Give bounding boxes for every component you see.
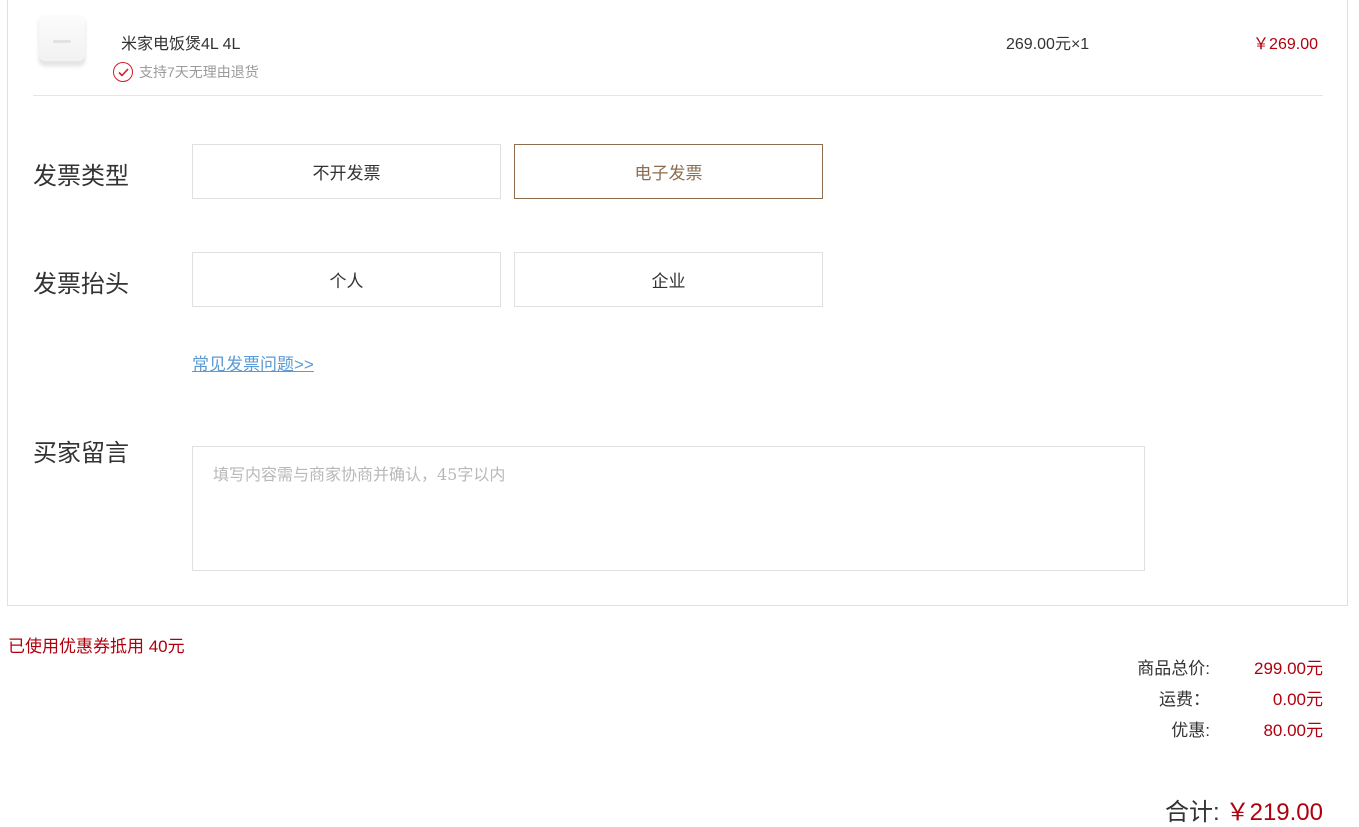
unit-price-quantity: 269.00元×1 — [1006, 36, 1090, 53]
coupon-used-note: 已使用优惠券抵用 40元 — [8, 637, 185, 656]
goods-total-label: 商品总价: — [1137, 659, 1210, 678]
discount-label: 优惠: — [1171, 721, 1210, 740]
discount-row: 优惠: 80.00元 — [1093, 716, 1323, 740]
rice-cooker-image — [39, 16, 85, 64]
invoice-type-label: 发票类型 — [33, 163, 129, 190]
buyer-message-input[interactable] — [192, 446, 1145, 571]
line-total-price: ￥269.00 — [1253, 36, 1318, 53]
return-policy-badge: 支持7天无理由退货 — [113, 62, 259, 82]
product-name[interactable]: 米家电饭煲4L 4L — [121, 30, 240, 54]
goods-total-value: 299.00元 — [1254, 659, 1323, 678]
grand-total-value: ￥219.00 — [1225, 799, 1323, 826]
invoice-title-label: 发票抬头 — [33, 271, 129, 298]
check-circle-icon — [113, 62, 133, 82]
shipping-label: 运费： — [1159, 690, 1210, 709]
goods-total-row: 商品总价: 299.00元 — [1093, 654, 1323, 678]
shipping-value: 0.00元 — [1272, 690, 1323, 709]
discount-value: 80.00元 — [1263, 721, 1323, 740]
invoice-faq-link[interactable]: 常见发票问题>> — [192, 350, 314, 375]
divider — [33, 95, 1323, 96]
invoice-personal-button[interactable]: 个人 — [192, 252, 501, 307]
invoice-company-button[interactable]: 企业 — [514, 252, 823, 307]
invoice-electronic-button[interactable]: 电子发票 — [514, 144, 823, 199]
return-policy-text: 支持7天无理由退货 — [139, 64, 259, 80]
rice-cooker-thumbnail[interactable] — [34, 12, 90, 68]
grand-total-label: 合计: — [1165, 799, 1220, 826]
shipping-row: 运费： 0.00元 — [1093, 685, 1323, 709]
invoice-none-button[interactable]: 不开发票 — [192, 144, 501, 199]
buyer-message-label: 买家留言 — [33, 440, 129, 467]
